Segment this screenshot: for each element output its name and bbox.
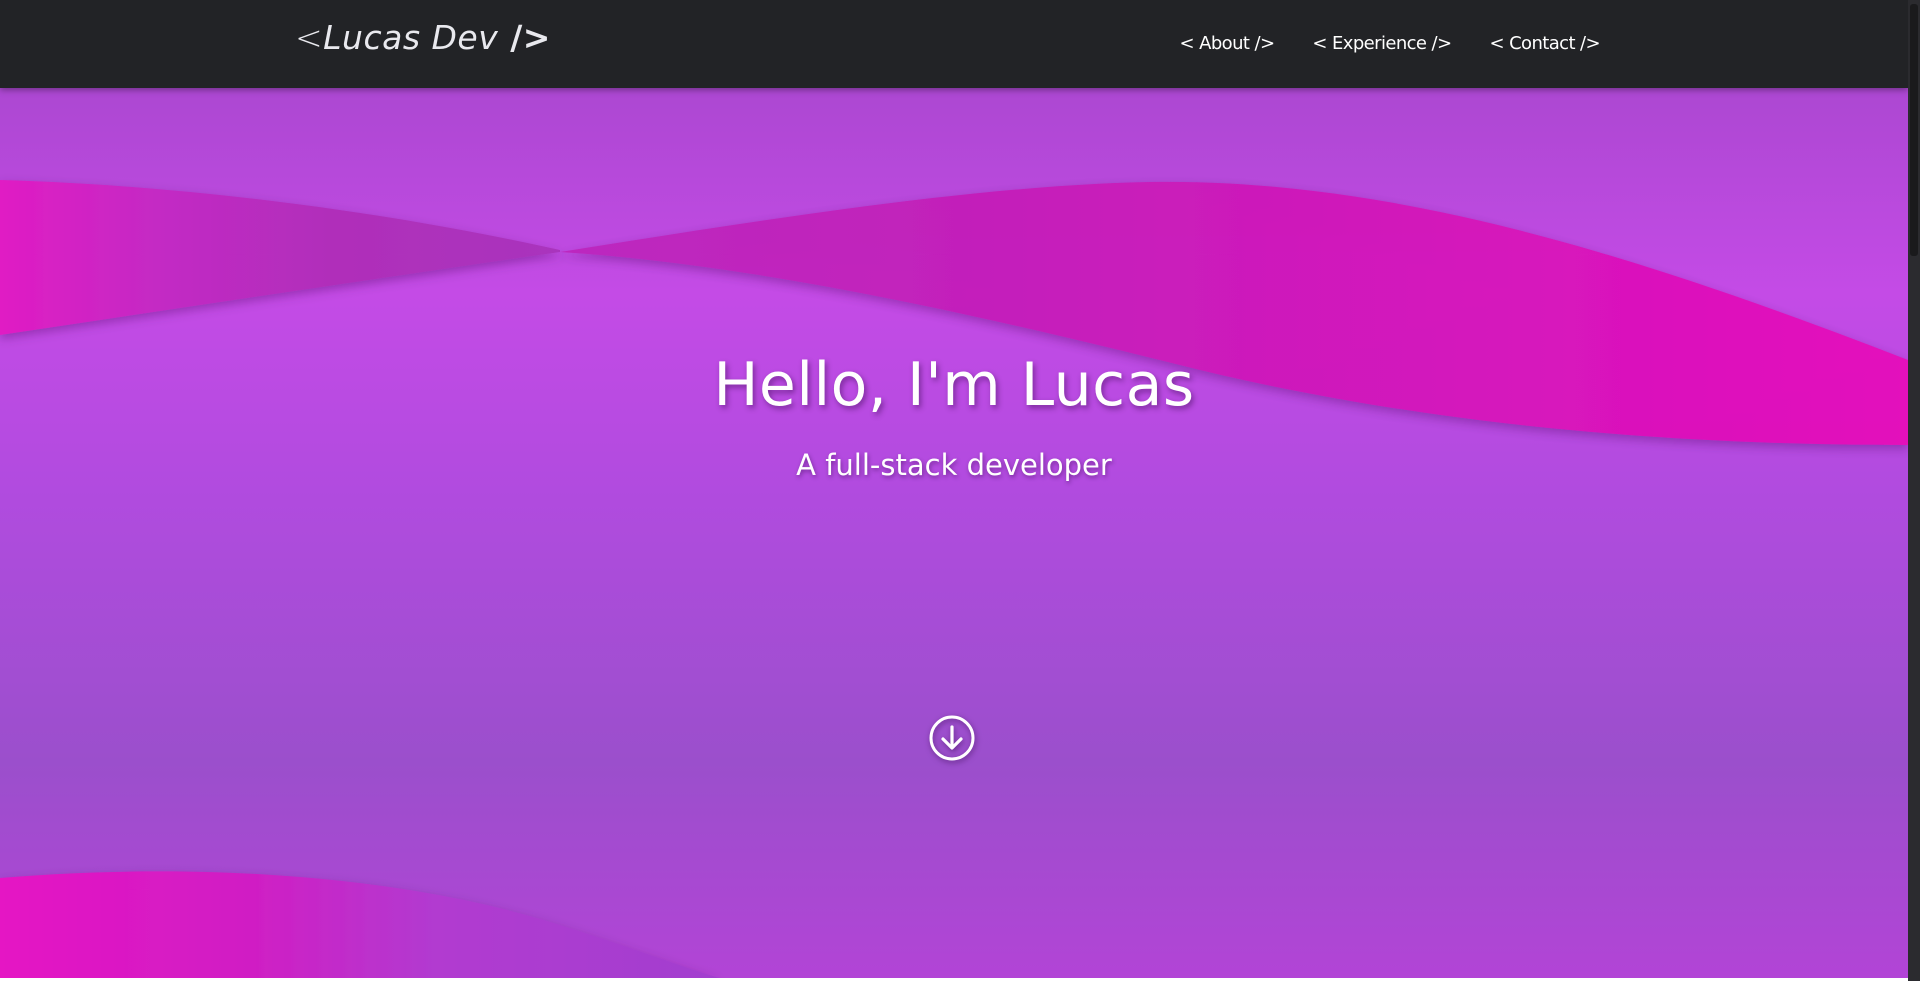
page-scrollbar[interactable]: [1908, 0, 1920, 981]
hero-subtitle: A full-stack developer: [796, 448, 1112, 482]
brand-close-bracket: />: [498, 18, 551, 57]
hero-section: Hello, I'm Lucas A full-stack developer: [0, 0, 1908, 978]
navbar: <Lucas Dev /> < About /> < Experience />…: [0, 0, 1908, 88]
nav-link-contact[interactable]: < Contact />: [1489, 33, 1600, 54]
nav-link-about[interactable]: < About />: [1180, 33, 1275, 54]
arrow-down-circle-icon: [929, 715, 975, 761]
nav-link-experience[interactable]: < Experience />: [1312, 33, 1452, 54]
hero-title: Hello, I'm Lucas: [713, 350, 1195, 420]
page: Hello, I'm Lucas A full-stack developer …: [0, 0, 1920, 981]
brand-name: Lucas Dev: [323, 18, 499, 57]
scroll-down-button[interactable]: [928, 714, 976, 762]
main-nav: < About /> < Experience /> < Contact />: [1180, 33, 1601, 54]
scrollbar-thumb[interactable]: [1910, 4, 1918, 256]
brand-logo[interactable]: <Lucas Dev />: [295, 18, 551, 57]
hero-content: Hello, I'm Lucas A full-stack developer: [0, 0, 1908, 978]
brand-open-bracket: <: [295, 18, 324, 57]
